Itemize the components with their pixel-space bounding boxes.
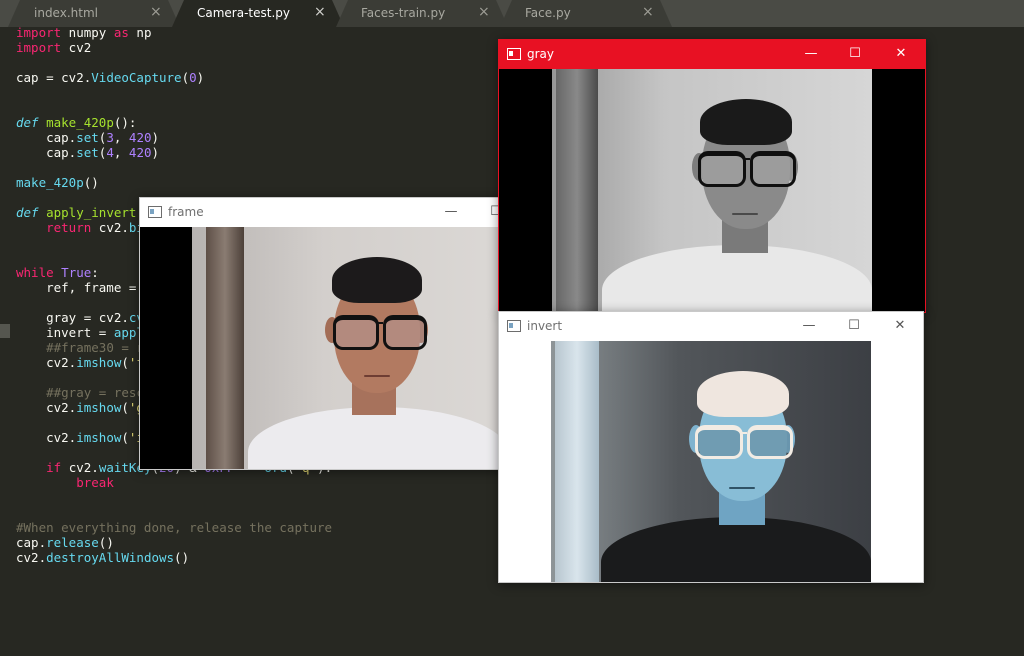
window-app-icon	[148, 206, 162, 218]
tab-label: Face.py	[525, 6, 571, 20]
window-titlebar[interactable]: gray — ☐ ✕	[499, 40, 925, 69]
window-app-icon	[507, 48, 521, 60]
code-line[interactable]: cap.set(3, 420)	[16, 130, 392, 145]
invert-video	[499, 341, 923, 582]
invert-window[interactable]: invert — ☐ ✕	[498, 311, 924, 583]
gutter-marker	[0, 324, 10, 338]
window-titlebar[interactable]: invert — ☐ ✕	[499, 312, 923, 341]
close-icon[interactable]: ✕	[886, 317, 914, 335]
minimize-icon[interactable]: —	[797, 45, 825, 63]
window-titlebar[interactable]: frame — ☐	[140, 198, 520, 227]
code-line[interactable]: def make_420p():	[16, 115, 392, 130]
code-line[interactable]: cap.release()	[16, 535, 392, 550]
tab-label: Camera-test.py	[197, 6, 290, 20]
minimize-icon[interactable]: —	[437, 203, 465, 221]
code-line[interactable]: cap = cv2.VideoCapture(0)	[16, 70, 392, 85]
code-line[interactable]	[16, 85, 392, 100]
code-line[interactable]: #When everything done, release the captu…	[16, 520, 392, 535]
tab-close-icon[interactable]: ×	[150, 4, 162, 20]
gray-video	[499, 69, 925, 312]
window-app-icon	[507, 320, 521, 332]
code-line[interactable]: make_420p()	[16, 175, 392, 190]
tab-bar: index.html × Camera-test.py × Faces-trai…	[0, 0, 1024, 27]
minimize-icon[interactable]: —	[795, 317, 823, 335]
frame-window[interactable]: frame — ☐	[139, 197, 521, 470]
webcam-image	[552, 69, 872, 311]
tab-label: Faces-train.py	[361, 6, 446, 20]
webcam-image	[551, 341, 871, 582]
webcam-image	[192, 227, 520, 469]
window-title: frame	[168, 205, 204, 219]
code-line[interactable]	[16, 160, 392, 175]
tab-face-py[interactable]: Face.py ×	[500, 0, 672, 27]
code-line[interactable]: cv2.destroyAllWindows()	[16, 550, 392, 565]
close-icon[interactable]: ✕	[887, 45, 915, 63]
frame-video	[140, 227, 520, 469]
maximize-icon[interactable]: ☐	[841, 45, 869, 63]
code-line[interactable]: break	[16, 475, 392, 490]
tab-close-icon[interactable]: ×	[478, 4, 490, 20]
maximize-icon[interactable]: ☐	[840, 317, 868, 335]
code-line[interactable]: import cv2	[16, 40, 392, 55]
tab-faces-train-py[interactable]: Faces-train.py ×	[336, 0, 508, 27]
tab-close-icon[interactable]: ×	[642, 4, 654, 20]
window-title: gray	[527, 47, 555, 61]
tab-close-icon[interactable]: ×	[314, 4, 326, 20]
window-title: invert	[527, 319, 563, 333]
letterbox-bar	[140, 227, 192, 469]
code-line[interactable]	[16, 100, 392, 115]
tab-camera-test-py[interactable]: Camera-test.py ×	[172, 0, 344, 27]
gray-window[interactable]: gray — ☐ ✕	[498, 39, 926, 313]
code-line[interactable]	[16, 490, 392, 505]
code-line[interactable]: import numpy as np	[16, 25, 392, 40]
code-line[interactable]: cap.set(4, 420)	[16, 145, 392, 160]
tab-index-html[interactable]: index.html ×	[8, 0, 180, 27]
code-line[interactable]	[16, 55, 392, 70]
tab-label: index.html	[34, 6, 98, 20]
code-line[interactable]	[16, 505, 392, 520]
